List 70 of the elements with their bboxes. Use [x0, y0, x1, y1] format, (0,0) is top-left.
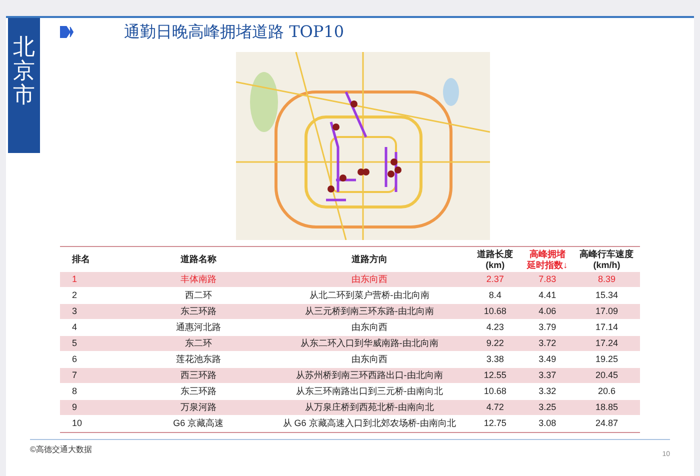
table-cell-text: 东二环	[184, 336, 213, 350]
table-cell-text: 3.79	[538, 320, 558, 334]
table-cell-text: 5	[71, 336, 78, 350]
table-cell-text: 由东向西	[350, 272, 388, 286]
table-cell-text: 从 G6 京藏高速入口到北郊农场桥-由南向北	[282, 416, 457, 430]
table-cell-text: 9.22	[485, 336, 505, 350]
table-cell-text: 从万泉庄桥到西苑北桥-由南向北	[304, 400, 435, 414]
slide-title: 通勤日晚高峰拥堵道路 TOP10	[124, 21, 344, 43]
table-cell-text: 9	[71, 400, 78, 414]
table-cell-text: 东三环路	[179, 304, 218, 318]
table-cell-text: 3.49	[538, 352, 558, 366]
table-cell-text: 从苏州桥到南三环西路出口-由北向南	[294, 368, 444, 382]
table-cell-text: 万泉河路	[179, 400, 218, 414]
table-cell-text: 17.14	[594, 320, 619, 334]
table-cell-text: 西三环路	[179, 368, 218, 382]
column-header: 道路名称	[179, 254, 218, 265]
table-cell-text: 10.68	[482, 384, 508, 398]
table-cell-text: 10	[71, 416, 84, 430]
table-cell-text: 西二环	[184, 288, 213, 302]
table-cell-text: 从东二环入口到华威南路-由北向南	[299, 336, 440, 350]
table-cell-text: 7	[71, 368, 78, 382]
city-name: 北京市	[13, 36, 35, 109]
table-cell-text: 4.23	[485, 320, 505, 334]
column-header: 排名	[71, 254, 91, 265]
table-cell-text: 18.85	[594, 400, 619, 414]
table-cell-text: 3.25	[538, 400, 558, 414]
table-cell-text: 从北二环到菜户营桥-由北向南	[308, 288, 430, 302]
table-cell-text: 4.41	[538, 288, 558, 302]
table-cell-text: 东三环路	[179, 384, 218, 398]
table-cell-text: 12.75	[482, 416, 508, 430]
table-cell-text: 12.55	[482, 368, 508, 382]
table-cell-text: 1	[71, 272, 78, 286]
table-cell-text: 2.37	[485, 272, 505, 286]
table-cell-text: 4.06	[538, 304, 558, 318]
table-cell-text: 2	[71, 288, 78, 302]
table-cell-text: 8.4	[488, 288, 502, 302]
table-cell-text: 3.08	[538, 416, 558, 430]
table-cell-text: 15.34	[594, 288, 619, 302]
table-cell-text: 3.37	[538, 368, 558, 382]
table-cell-text: 17.09	[594, 304, 619, 318]
table-cell-text: 24.87	[594, 416, 619, 430]
column-header: 道路长度 (km)	[476, 248, 514, 270]
table-cell-text: 20.6	[596, 384, 616, 398]
table-cell-text: 从东三环南路出口到三元桥-由南向北	[294, 384, 444, 398]
column-header: 高峰行车速度 (km/h)	[578, 248, 635, 270]
table-cell-text: 从三元桥到南三环东路-由北向南	[304, 304, 435, 318]
table-cell-text: 6	[71, 352, 78, 366]
table-cell-text: 17.24	[594, 336, 619, 350]
table-cell-text: 丰体南路	[179, 272, 218, 286]
table-cell-text: 19.25	[594, 352, 619, 366]
column-header: 道路方向	[350, 254, 388, 265]
table-cell-text: 3.72	[538, 336, 558, 350]
table-cell-text: 3.32	[538, 384, 558, 398]
column-header: 高峰拥堵 延时指数↓	[526, 248, 569, 270]
table-cell-text: 3	[71, 304, 78, 318]
table-cell-text: 莲花池东路	[174, 352, 222, 366]
table-cell-text: 20.45	[594, 368, 619, 382]
table-cell-text: 4.72	[485, 400, 505, 414]
chevron-icon	[60, 26, 74, 38]
table-cell-text: 由东向西	[350, 352, 388, 366]
table-cell-text: 8.39	[596, 272, 616, 286]
table-cell-text: 4	[71, 320, 78, 334]
table-cell-text: 通惠河北路	[174, 320, 222, 334]
table-cell-text: 由东向西	[350, 320, 388, 334]
table-cell-text: 10.68	[482, 304, 508, 318]
table-cell-text: 7.83	[538, 272, 558, 286]
source-note: ©高德交通大数据	[30, 444, 92, 456]
table-cell-text: G6 京藏高速	[172, 416, 225, 430]
table-cell-text: 3.38	[485, 352, 505, 366]
table-cell-text: 8	[71, 384, 78, 398]
